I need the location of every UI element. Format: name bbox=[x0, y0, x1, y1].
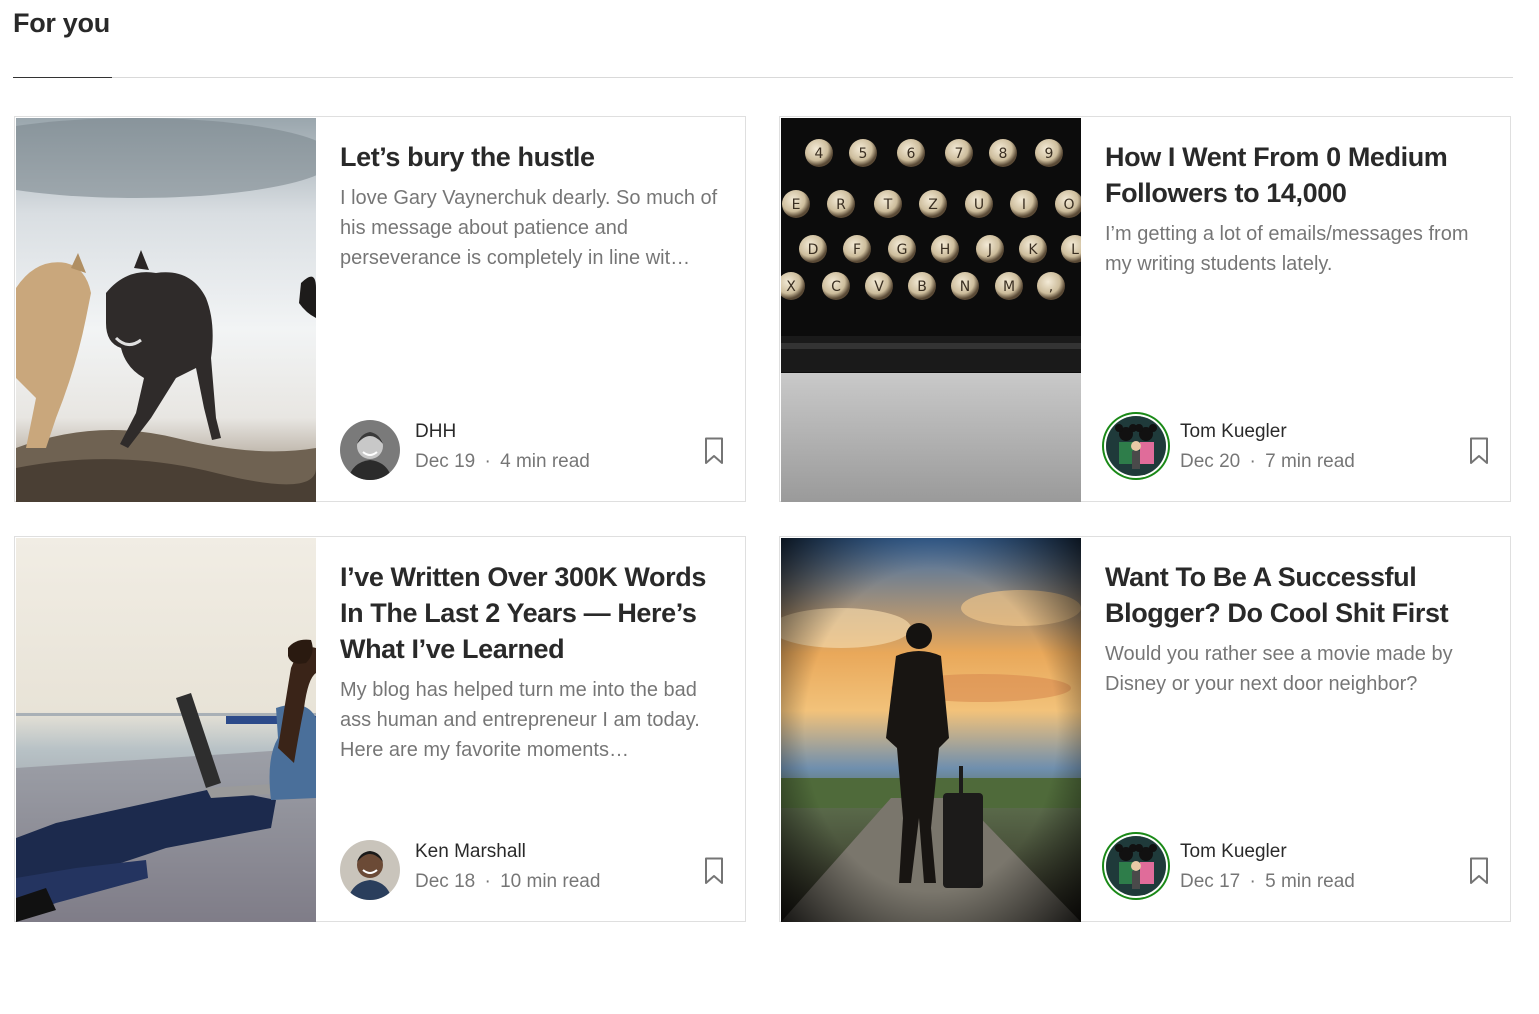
svg-text:E: E bbox=[792, 197, 801, 213]
svg-text:7: 7 bbox=[955, 146, 964, 162]
svg-text:8: 8 bbox=[999, 146, 1008, 162]
svg-text:H: H bbox=[940, 242, 951, 258]
svg-text:T: T bbox=[883, 197, 893, 213]
traveler-sunset-photo bbox=[781, 538, 1081, 922]
avatar-image bbox=[340, 420, 400, 480]
author-avatar[interactable] bbox=[1106, 416, 1166, 476]
svg-text:5: 5 bbox=[859, 146, 868, 162]
story-date: Dec 17 bbox=[1180, 871, 1241, 892]
story-title[interactable]: How I Went From 0 Medium Followers to 14… bbox=[1105, 139, 1485, 211]
story-date: Dec 19 bbox=[415, 451, 476, 472]
svg-text:Z: Z bbox=[928, 197, 938, 213]
bookmark-button[interactable] bbox=[1469, 437, 1489, 465]
svg-text:6: 6 bbox=[907, 146, 916, 162]
author-name[interactable]: Tom Kuegler bbox=[1180, 421, 1287, 443]
story-title[interactable]: Want To Be A Successful Blogger? Do Cool… bbox=[1105, 559, 1485, 631]
story-image[interactable]: 4 5 6 7 8 9 E R T Z U I O D F G H J K L X C V B N M, bbox=[781, 118, 1081, 502]
avatar-image bbox=[340, 840, 400, 900]
story-image[interactable] bbox=[16, 538, 316, 922]
svg-text:X: X bbox=[786, 279, 796, 295]
read-time: 5 min read bbox=[1265, 871, 1355, 892]
svg-text:F: F bbox=[853, 242, 861, 258]
story-meta: Dec 20 · 7 min read bbox=[1180, 451, 1355, 473]
svg-text:B: B bbox=[917, 279, 927, 295]
story-card[interactable]: Let’s bury the hustle I love Gary Vayner… bbox=[14, 116, 746, 502]
story-date: Dec 20 bbox=[1180, 451, 1241, 472]
svg-text:J: J bbox=[987, 242, 992, 258]
dogs-photo bbox=[16, 118, 316, 502]
story-meta: Dec 18 · 10 min read bbox=[415, 871, 600, 893]
avatar-image bbox=[1106, 836, 1166, 896]
svg-text:L: L bbox=[1071, 242, 1079, 258]
story-snippet[interactable]: I’m getting a lot of emails/messages fro… bbox=[1105, 219, 1485, 279]
laptop-runway-photo bbox=[16, 538, 316, 922]
svg-text:M: M bbox=[1003, 279, 1015, 295]
bookmark-icon bbox=[705, 437, 723, 464]
section-tab-underline bbox=[13, 77, 112, 78]
story-title[interactable]: Let’s bury the hustle bbox=[340, 139, 720, 175]
section-header: For you bbox=[13, 0, 1513, 78]
svg-text:C: C bbox=[831, 279, 841, 295]
story-snippet[interactable]: I love Gary Vaynerchuk dearly. So much o… bbox=[340, 183, 720, 273]
bookmark-button[interactable] bbox=[704, 857, 724, 885]
author-name[interactable]: Tom Kuegler bbox=[1180, 841, 1287, 863]
svg-text:,: , bbox=[1049, 279, 1053, 295]
svg-text:U: U bbox=[974, 197, 984, 213]
meta-separator: · bbox=[1249, 451, 1256, 472]
meta-separator: · bbox=[1249, 871, 1256, 892]
bookmark-icon bbox=[1470, 857, 1488, 884]
meta-separator: · bbox=[484, 451, 491, 472]
story-meta: Dec 19 · 4 min read bbox=[415, 451, 590, 473]
story-card[interactable]: 4 5 6 7 8 9 E R T Z U I O D F G H J K L X C V B N M, How I… bbox=[779, 116, 1511, 502]
svg-text:V: V bbox=[874, 279, 884, 295]
svg-text:4: 4 bbox=[815, 146, 824, 162]
author-avatar[interactable] bbox=[340, 840, 400, 900]
story-footer: Ken Marshall Dec 18 · 10 min read bbox=[340, 837, 730, 901]
svg-text:I: I bbox=[1022, 197, 1026, 213]
avatar-image bbox=[1106, 416, 1166, 476]
svg-text:O: O bbox=[1063, 197, 1074, 213]
bookmark-button[interactable] bbox=[704, 437, 724, 465]
svg-text:N: N bbox=[960, 279, 970, 295]
bookmark-button[interactable] bbox=[1469, 857, 1489, 885]
author-name[interactable]: Ken Marshall bbox=[415, 841, 526, 863]
author-name[interactable]: DHH bbox=[415, 421, 456, 443]
bookmark-icon bbox=[1470, 437, 1488, 464]
story-footer: DHH Dec 19 · 4 min read bbox=[340, 417, 730, 481]
story-card[interactable]: Want To Be A Successful Blogger? Do Cool… bbox=[779, 536, 1511, 922]
read-time: 4 min read bbox=[500, 451, 590, 472]
story-title[interactable]: I’ve Written Over 300K Words In The Last… bbox=[340, 559, 720, 667]
svg-text:D: D bbox=[808, 242, 819, 258]
story-image[interactable] bbox=[781, 538, 1081, 922]
typewriter-photo: 4 5 6 7 8 9 E R T Z U I O D F G H J K L X C V B N M, bbox=[781, 118, 1081, 502]
story-snippet[interactable]: Would you rather see a movie made by Dis… bbox=[1105, 639, 1485, 699]
section-title[interactable]: For you bbox=[13, 8, 110, 39]
meta-separator: · bbox=[484, 871, 491, 892]
bookmark-icon bbox=[705, 857, 723, 884]
svg-text:G: G bbox=[897, 242, 908, 258]
svg-text:K: K bbox=[1028, 242, 1038, 258]
svg-text:9: 9 bbox=[1045, 146, 1054, 162]
story-card[interactable]: I’ve Written Over 300K Words In The Last… bbox=[14, 536, 746, 922]
author-avatar[interactable] bbox=[1106, 836, 1166, 896]
story-image[interactable] bbox=[16, 118, 316, 502]
story-meta: Dec 17 · 5 min read bbox=[1180, 871, 1355, 893]
story-footer: Tom Kuegler Dec 17 · 5 min read bbox=[1105, 836, 1495, 901]
svg-text:R: R bbox=[836, 197, 846, 213]
story-snippet[interactable]: My blog has helped turn me into the bad … bbox=[340, 675, 720, 765]
read-time: 7 min read bbox=[1265, 451, 1355, 472]
story-date: Dec 18 bbox=[415, 871, 476, 892]
story-footer: Tom Kuegler Dec 20 · 7 min read bbox=[1105, 416, 1495, 481]
author-avatar[interactable] bbox=[340, 420, 400, 480]
read-time: 10 min read bbox=[500, 871, 601, 892]
